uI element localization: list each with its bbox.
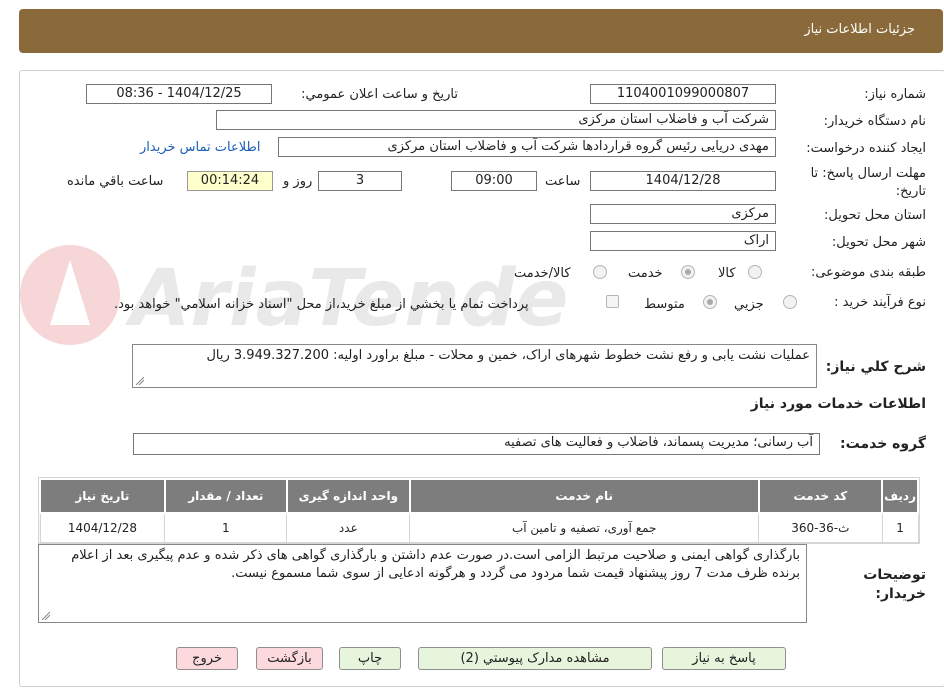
category-option-service: خدمت: [628, 266, 663, 281]
cell-service-code: ث-36-360: [758, 512, 883, 543]
back-button[interactable]: بازگشت: [256, 647, 323, 670]
requester-field[interactable]: مهدی دریایی رئیس گروه قراردادها شرکت آب …: [278, 137, 776, 157]
cell-need-date: 1404/12/28: [39, 512, 166, 543]
services-table-wrap: رديف کد خدمت نام خدمت واحد اندازه گيری ت…: [38, 477, 920, 544]
col-header-quantity: تعداد / مقدار: [163, 478, 288, 514]
category-radio-service[interactable]: [681, 265, 695, 279]
page-header: جزئیات اطلاعات نیاز: [19, 9, 943, 53]
category-option-goods-service: کالا/خدمت: [514, 266, 571, 281]
announce-label: تاریخ و ساعت اعلان عمومي:: [301, 87, 458, 102]
services-table: رديف کد خدمت نام خدمت واحد اندازه گيری ت…: [39, 478, 919, 543]
deadline-time-field[interactable]: 09:00: [451, 171, 537, 191]
buyer-notes-text: بارگذاری گواهی ایمنی و صلاحیت مرتبط الزا…: [71, 548, 800, 581]
cell-quantity: 1: [164, 512, 288, 543]
process-radio-minor[interactable]: [783, 295, 797, 309]
days-label: روز و: [283, 174, 313, 189]
category-option-goods: کالا: [718, 266, 736, 281]
services-section-title: اطلاعات خدمات مورد نياز: [750, 396, 926, 412]
cell-service-name: جمع آوری، تصفيه و تامين آب: [409, 512, 760, 543]
city-label: شهر محل تحويل:: [831, 235, 926, 250]
cell-row-num: 1: [881, 512, 919, 543]
col-header-row-num: رديف: [881, 478, 919, 514]
days-field[interactable]: 3: [318, 171, 402, 191]
requester-label: ايجاد کننده درخواست:: [806, 141, 926, 156]
time-label: ساعت: [545, 174, 581, 189]
reply-button[interactable]: پاسخ به نياز: [662, 647, 786, 670]
category-label: طبقه بندی موضوعی:: [810, 265, 926, 280]
resize-grip-icon[interactable]: [136, 377, 144, 385]
description-textarea[interactable]: عملیات نشت یابی و رفع نشت خطوط شهرهای ار…: [132, 344, 817, 388]
need-number-label: شماره نیاز:: [864, 87, 926, 102]
print-button[interactable]: چاپ: [339, 647, 401, 670]
contact-info-link[interactable]: اطلاعات تماس خريدار: [140, 140, 260, 155]
province-label: استان محل تحويل:: [824, 208, 926, 223]
col-header-need-date: تاريخ نياز: [39, 478, 166, 514]
treasury-payment-note: پرداخت تمام يا بخشي از مبلغ خريد،از محل …: [114, 297, 529, 312]
col-header-service-name: نام خدمت: [408, 478, 760, 514]
cell-unit: عدد: [286, 512, 411, 543]
service-group-label: گروه خدمت:: [840, 436, 926, 452]
remaining-label: ساعت باقي مانده: [67, 174, 164, 189]
buyer-notes-textarea[interactable]: بارگذاری گواهی ایمنی و صلاحیت مرتبط الزا…: [38, 544, 807, 623]
service-group-field[interactable]: آب رسانی؛ مديريت پسماند، فاضلاب و فعاليت…: [133, 433, 820, 455]
process-label: نوع فرآيند خريد :: [834, 295, 926, 310]
resize-grip-icon[interactable]: [42, 612, 50, 620]
deadline-label: مهلت ارسال پاسخ: تا تاريخ:: [810, 166, 926, 199]
remaining-time-field: 00:14:24: [187, 171, 273, 191]
table-row[interactable]: 1 ث-36-360 جمع آوری، تصفيه و تامين آب عد…: [39, 512, 919, 543]
view-attachments-button[interactable]: مشاهده مدارک پيوستي (2): [418, 647, 652, 670]
table-header-row: رديف کد خدمت نام خدمت واحد اندازه گيری ت…: [39, 478, 919, 514]
announce-field[interactable]: 1404/12/25 - 08:36: [86, 84, 272, 104]
buyer-org-field[interactable]: شرکت آب و فاضلاب استان مرکزی: [216, 110, 776, 130]
treasury-payment-checkbox[interactable]: [606, 295, 619, 308]
category-radio-goods[interactable]: [748, 265, 762, 279]
exit-button[interactable]: خروج: [176, 647, 238, 670]
province-field[interactable]: مرکزی: [590, 204, 776, 224]
deadline-date-field[interactable]: 1404/12/28: [590, 171, 776, 191]
col-header-unit: واحد اندازه گيری: [285, 478, 411, 514]
process-option-minor: جزيي: [734, 297, 764, 312]
description-label: شرح کلي نياز:: [825, 359, 926, 375]
need-number-field[interactable]: 1104001099000807: [590, 84, 776, 104]
col-header-service-code: کد خدمت: [757, 478, 884, 514]
buyer-notes-label: توضيحات خريدار:: [863, 567, 926, 602]
process-option-medium: متوسط: [644, 297, 685, 312]
description-text: عملیات نشت یابی و رفع نشت خطوط شهرهای ار…: [206, 348, 810, 363]
category-radio-goods-service[interactable]: [593, 265, 607, 279]
process-radio-medium[interactable]: [703, 295, 717, 309]
city-field[interactable]: اراک: [590, 231, 776, 251]
buyer-org-label: نام دستگاه خريدار:: [823, 114, 926, 129]
page-title: جزئیات اطلاعات نیاز: [804, 22, 915, 37]
